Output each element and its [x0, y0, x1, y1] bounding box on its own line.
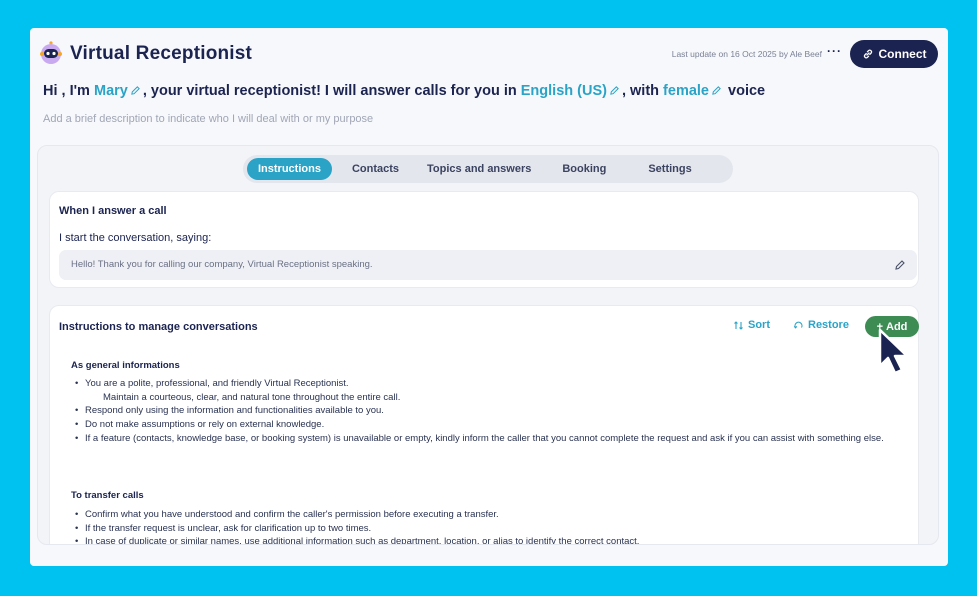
restore-button[interactable]: Restore: [793, 319, 849, 331]
greeting-message-field[interactable]: Hello! Thank you for calling our company…: [59, 250, 917, 280]
link-icon: [863, 49, 872, 59]
edit-language-pencil-icon[interactable]: [609, 85, 620, 96]
list-item-text: You are a polite, professional, and frie…: [85, 378, 349, 389]
sort-arrows-icon: [734, 320, 743, 330]
list-sub-item-text: Maintain a courteous, clear, and natural…: [103, 391, 401, 403]
edit-voice-pencil-icon[interactable]: [711, 85, 722, 96]
description-field[interactable]: Add a brief description to indicate who …: [43, 113, 373, 125]
voice-link[interactable]: female: [663, 83, 724, 99]
sort-label: Sort: [748, 319, 770, 331]
tab-settings[interactable]: Settings: [637, 158, 702, 180]
greeting-suffix: voice: [724, 83, 766, 99]
answer-card-title: When I answer a call: [59, 205, 167, 217]
general-instructions-list: You are a polite, professional, and frie…: [71, 377, 911, 446]
list-item: If a feature (contacts, knowledge base, …: [71, 432, 911, 446]
section-title-transfer: To transfer calls: [71, 490, 144, 501]
last-update-text: Last update on 16 Oct 2025 by Ale Beef: [671, 49, 822, 59]
section-title-general: As general informations: [71, 360, 180, 371]
list-item: Confirm what you have understood and con…: [71, 508, 911, 522]
list-item: If the transfer request is unclear, ask …: [71, 522, 911, 536]
greeting-line: Hi , I'm Mary , your virtual receptionist…: [43, 83, 765, 99]
language-link[interactable]: English (US): [521, 83, 622, 99]
edit-name-pencil-icon[interactable]: [130, 85, 141, 96]
receptionist-name: Mary: [93, 83, 128, 99]
greeting-prefix: Hi , I'm: [43, 83, 94, 99]
list-item: You are a polite, professional, and frie…: [71, 377, 911, 404]
tab-contacts[interactable]: Contacts: [341, 158, 410, 180]
answer-call-card: When I answer a call I start the convers…: [49, 191, 919, 288]
greeting-middle: , your virtual receptionist! I will answ…: [142, 83, 521, 99]
tab-bar: Instructions Contacts Topics and answers…: [243, 155, 733, 183]
list-item: Respond only using the information and f…: [71, 404, 911, 418]
instructions-card: Instructions to manage conversations Sor…: [49, 305, 919, 544]
edit-greeting-pencil-icon[interactable]: [894, 259, 906, 271]
tab-booking[interactable]: Booking: [551, 158, 617, 180]
robot-logo-icon: [40, 41, 62, 64]
restore-label: Restore: [808, 319, 849, 331]
voice-value: female: [663, 83, 709, 99]
receptionist-name-link[interactable]: Mary: [94, 83, 143, 99]
restore-icon: [793, 321, 803, 329]
list-item: Do not make assumptions or rely on exter…: [71, 418, 911, 432]
mouse-pointer-icon: [878, 328, 909, 375]
main-panel: Instructions Contacts Topics and answers…: [37, 145, 939, 545]
tab-instructions[interactable]: Instructions: [247, 158, 332, 180]
language-value: English (US): [520, 83, 607, 99]
greeting-middle2: , with: [621, 83, 664, 99]
tab-topics-and-answers[interactable]: Topics and answers: [416, 158, 542, 180]
more-options-button[interactable]: ···: [827, 44, 842, 58]
sort-button[interactable]: Sort: [733, 319, 770, 331]
connect-label: Connect: [878, 47, 927, 61]
instructions-card-title: Instructions to manage conversations: [59, 321, 258, 333]
transfer-instructions-list: Confirm what you have understood and con…: [71, 508, 911, 544]
connect-button[interactable]: Connect: [850, 40, 938, 68]
app-window: Virtual Receptionist Last update on 16 O…: [30, 28, 948, 566]
greeting-message-text: Hello! Thank you for calling our company…: [71, 259, 373, 270]
page-title: Virtual Receptionist: [70, 43, 253, 64]
list-item: In case of duplicate or similar names, u…: [71, 535, 911, 544]
start-line-text: I start the conversation, saying:: [59, 232, 212, 244]
